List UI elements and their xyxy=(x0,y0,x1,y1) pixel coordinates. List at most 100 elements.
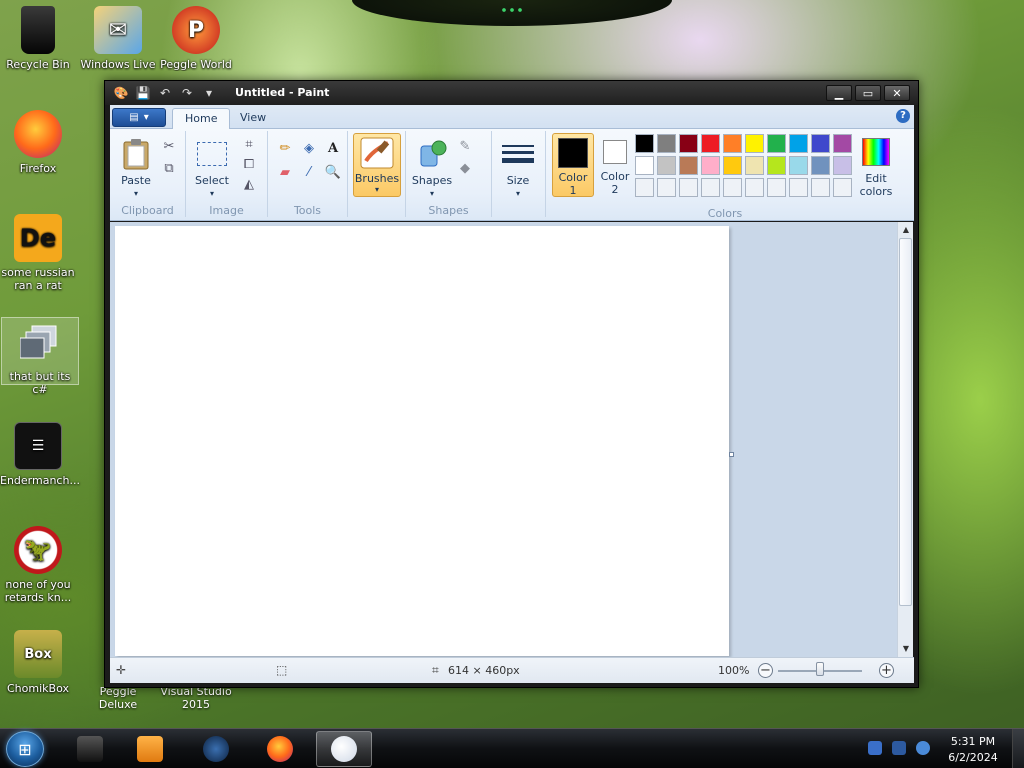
crop-icon[interactable]: ⌗ xyxy=(240,135,258,153)
desktop-icon-chomikbox[interactable]: Box ChomikBox xyxy=(0,630,76,695)
paste-button[interactable]: Paste ▾ xyxy=(116,137,156,200)
text-icon[interactable]: A xyxy=(324,139,342,157)
palette-swatch[interactable] xyxy=(745,134,764,153)
desktop-icon-visual-studio[interactable]: Visual Studio 2015 xyxy=(158,685,234,711)
palette-swatch[interactable] xyxy=(701,134,720,153)
brushes-button[interactable]: Brushes ▾ xyxy=(353,133,401,197)
palette-swatch[interactable] xyxy=(679,156,698,175)
taskbar-item-firefox[interactable] xyxy=(252,731,308,767)
palette-swatch[interactable] xyxy=(833,134,852,153)
desktop-icon-russian-rat[interactable]: De some russian ran a rat xyxy=(0,214,76,292)
desktop-icon-none-of-you[interactable]: 🦖 none of you retards kn... xyxy=(0,526,76,604)
desktop-icon-firefox[interactable]: Firefox xyxy=(0,110,76,175)
palette-swatch[interactable] xyxy=(789,134,808,153)
network-icon[interactable] xyxy=(892,741,906,755)
vertical-scrollbar[interactable]: ▲ ▼ xyxy=(897,222,913,657)
title-bar[interactable]: 🎨 💾 ↶ ↷ ▾ Untitled - Paint ▁ ▭ ✕ xyxy=(105,81,918,105)
palette-custom-slot[interactable] xyxy=(657,178,676,197)
eraser-icon[interactable]: ▰ xyxy=(276,163,294,181)
palette-swatch[interactable] xyxy=(723,134,742,153)
palette-swatch[interactable] xyxy=(635,134,654,153)
fill-shape-icon[interactable]: ◆ xyxy=(456,159,474,177)
scroll-up-icon[interactable]: ▲ xyxy=(898,222,914,238)
palette-custom-slot[interactable] xyxy=(679,178,698,197)
tab-view[interactable]: View xyxy=(228,108,278,130)
start-button[interactable]: ⊞ xyxy=(6,731,44,767)
ribbon: Paste ▾ ✂ ⧉ Clipboard Select ▾ ⌗ ⧠ ◭ Ima… xyxy=(110,129,914,221)
taskbar-item-globe[interactable] xyxy=(188,731,244,767)
volume-icon[interactable] xyxy=(916,741,930,755)
shapes-button[interactable]: Shapes ▾ xyxy=(410,137,454,200)
zoom-out-button[interactable]: − xyxy=(758,663,773,678)
paint-menu-button[interactable]: ▤ ▾ xyxy=(112,108,166,127)
palette-swatch[interactable] xyxy=(767,134,786,153)
select-button[interactable]: Select ▾ xyxy=(192,137,232,200)
palette-swatch[interactable] xyxy=(811,134,830,153)
palette-swatch[interactable] xyxy=(833,156,852,175)
taskbar-item-paint[interactable] xyxy=(316,731,372,767)
palette-custom-slot[interactable] xyxy=(811,178,830,197)
minimize-button[interactable]: ▁ xyxy=(826,85,852,101)
paint-app-icon[interactable]: 🎨 xyxy=(113,85,129,101)
resize-icon[interactable]: ⧠ xyxy=(240,155,258,173)
palette-custom-slot[interactable] xyxy=(833,178,852,197)
show-desktop-button[interactable] xyxy=(1012,729,1024,768)
drawing-canvas[interactable] xyxy=(115,226,729,656)
desktop-icon-label: none of you retards kn... xyxy=(4,578,72,604)
palette-custom-slot[interactable] xyxy=(701,178,720,197)
palette-swatch[interactable] xyxy=(657,134,676,153)
canvas-resize-handle[interactable] xyxy=(729,452,734,457)
desktop-icon-peggle-deluxe[interactable]: Peggle Deluxe xyxy=(80,685,156,711)
close-button[interactable]: ✕ xyxy=(884,85,910,101)
palette-swatch[interactable] xyxy=(679,134,698,153)
color1-button[interactable]: Color 1 xyxy=(552,133,594,197)
zoom-in-button[interactable]: + xyxy=(879,663,894,678)
palette-custom-slot[interactable] xyxy=(635,178,654,197)
color2-button[interactable]: Color 2 xyxy=(594,133,636,197)
undo-icon[interactable]: ↶ xyxy=(157,85,173,101)
tab-home[interactable]: Home xyxy=(172,108,231,130)
rotate-icon[interactable]: ◭ xyxy=(240,175,258,193)
palette-custom-slot[interactable] xyxy=(723,178,742,197)
copy-icon[interactable]: ⧉ xyxy=(160,159,178,177)
scrollbar-thumb[interactable] xyxy=(899,238,912,606)
palette-custom-slot[interactable] xyxy=(745,178,764,197)
size-button[interactable]: Size ▾ xyxy=(498,137,538,200)
palette-swatch[interactable] xyxy=(701,156,720,175)
outline-icon[interactable]: ✎ xyxy=(456,137,474,155)
palette-swatch[interactable] xyxy=(789,156,808,175)
zoom-slider-thumb[interactable] xyxy=(816,662,824,676)
help-icon[interactable]: ? xyxy=(896,109,910,123)
cut-icon[interactable]: ✂ xyxy=(160,137,178,155)
palette-swatch[interactable] xyxy=(657,156,676,175)
maximize-button[interactable]: ▭ xyxy=(855,85,881,101)
pencil-icon[interactable]: ✏ xyxy=(276,139,294,157)
edit-colors-button[interactable]: Edit colors xyxy=(856,135,896,198)
group-label-clipboard: Clipboard xyxy=(121,204,174,217)
desktop-icon-peggle-wow[interactable]: P Peggle World of Warcraft xyxy=(158,6,234,71)
palette-custom-slot[interactable] xyxy=(767,178,786,197)
magnifier-icon[interactable]: 🔍 xyxy=(324,163,342,181)
qat-dropdown-icon[interactable]: ▾ xyxy=(201,85,217,101)
taskbar-item-media-player[interactable] xyxy=(122,731,178,767)
desktop-icon-windows-live-mail[interactable]: ✉ Windows Live Mail xyxy=(80,6,156,71)
palette-custom-slot[interactable] xyxy=(789,178,808,197)
taskbar-item-app1[interactable] xyxy=(62,731,118,767)
scroll-down-icon[interactable]: ▼ xyxy=(898,641,914,657)
palette-swatch[interactable] xyxy=(811,156,830,175)
fill-icon[interactable]: ◈ xyxy=(300,139,318,157)
palette-swatch[interactable] xyxy=(723,156,742,175)
palette-swatch[interactable] xyxy=(767,156,786,175)
redo-icon[interactable]: ↷ xyxy=(179,85,195,101)
clock[interactable]: 5:31 PM 6/2/2024 xyxy=(940,734,1006,766)
desktop-icon-that-but-its-csharp[interactable]: that but its c# xyxy=(1,317,79,396)
shield-icon[interactable] xyxy=(868,741,882,755)
desktop-icon-recycle-bin[interactable]: Recycle Bin xyxy=(0,6,76,71)
palette-swatch[interactable] xyxy=(635,156,654,175)
palette-swatch[interactable] xyxy=(745,156,764,175)
globe-icon xyxy=(203,736,229,762)
desktop-icon-endermanch[interactable]: ☰ Endermanch... xyxy=(0,422,80,487)
color-picker-icon[interactable]: ⁄ xyxy=(300,163,318,181)
save-icon[interactable]: 💾 xyxy=(135,85,151,101)
desktop-icon-label: Windows Live Mail xyxy=(80,58,156,71)
